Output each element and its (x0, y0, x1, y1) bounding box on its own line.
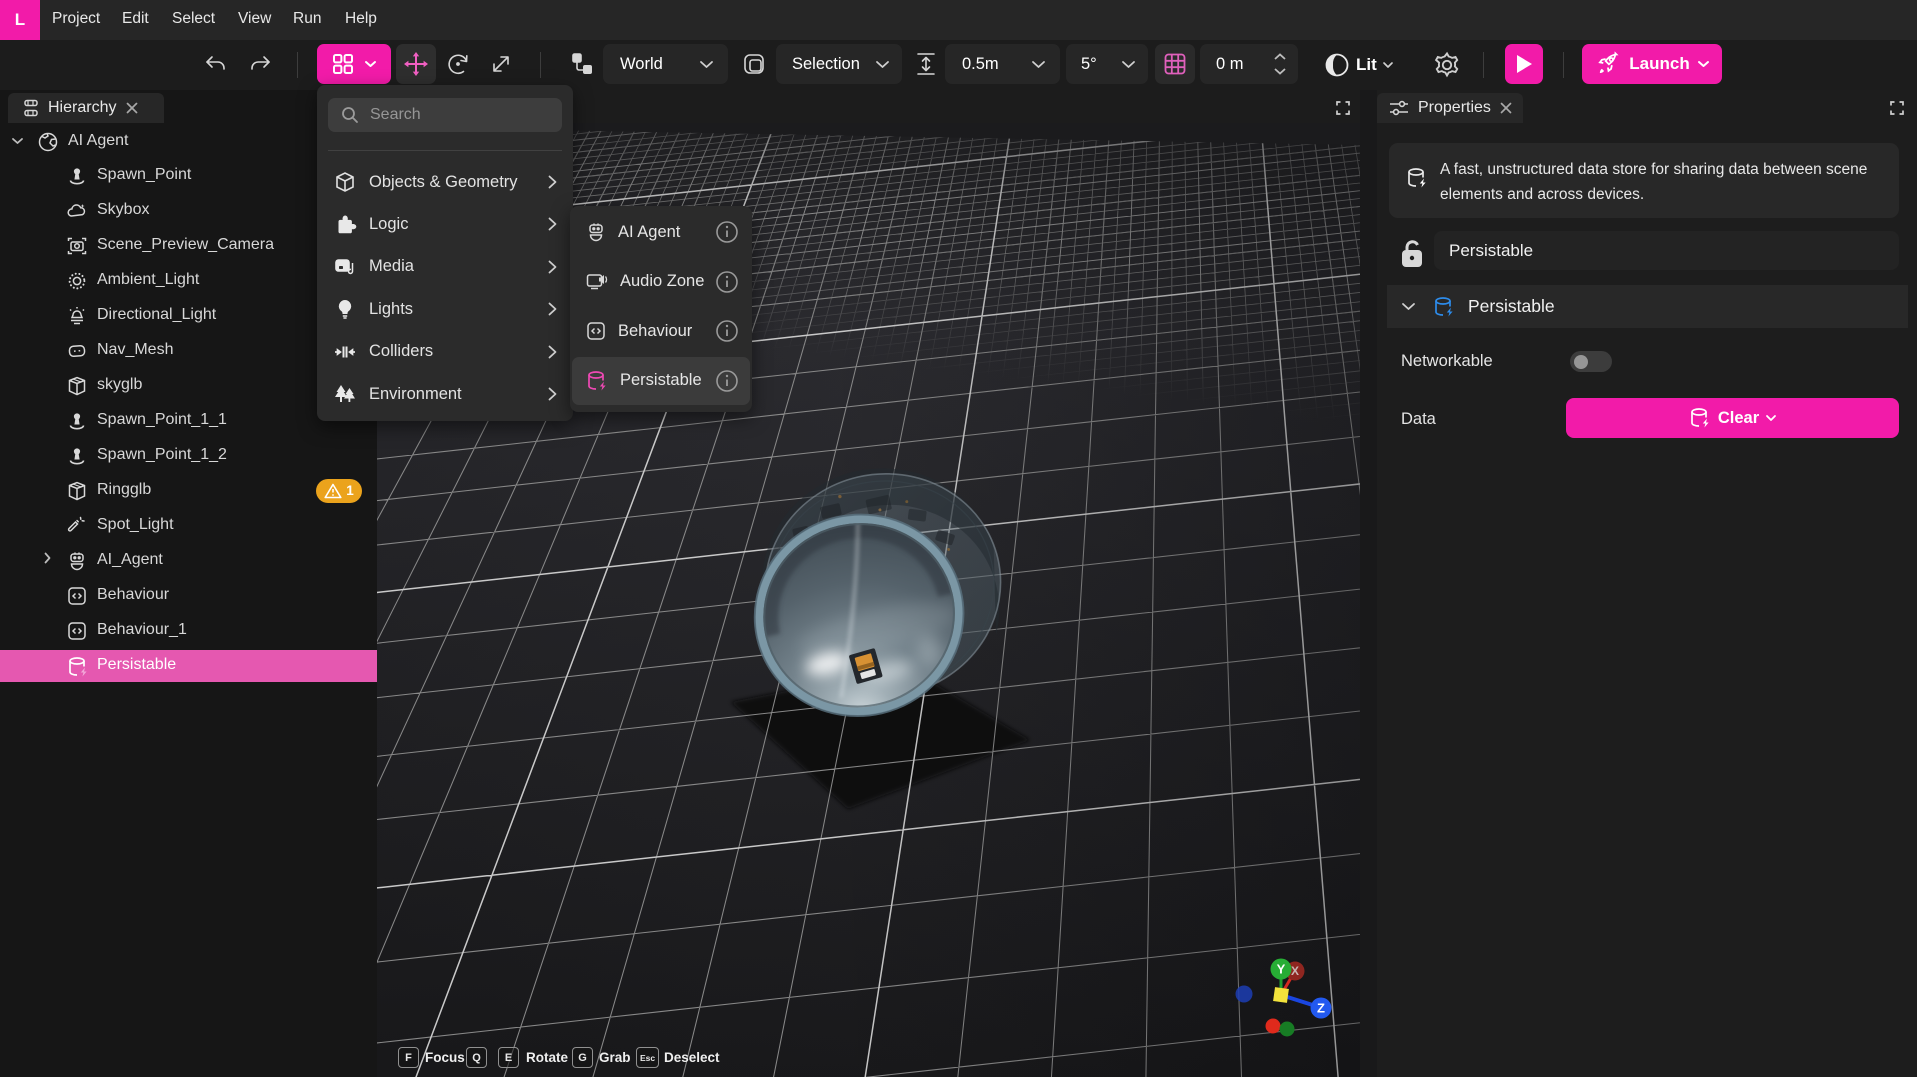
svg-text:X: X (1291, 964, 1299, 978)
svg-text:Z: Z (1317, 1001, 1325, 1016)
svg-text:Y: Y (1277, 962, 1286, 977)
